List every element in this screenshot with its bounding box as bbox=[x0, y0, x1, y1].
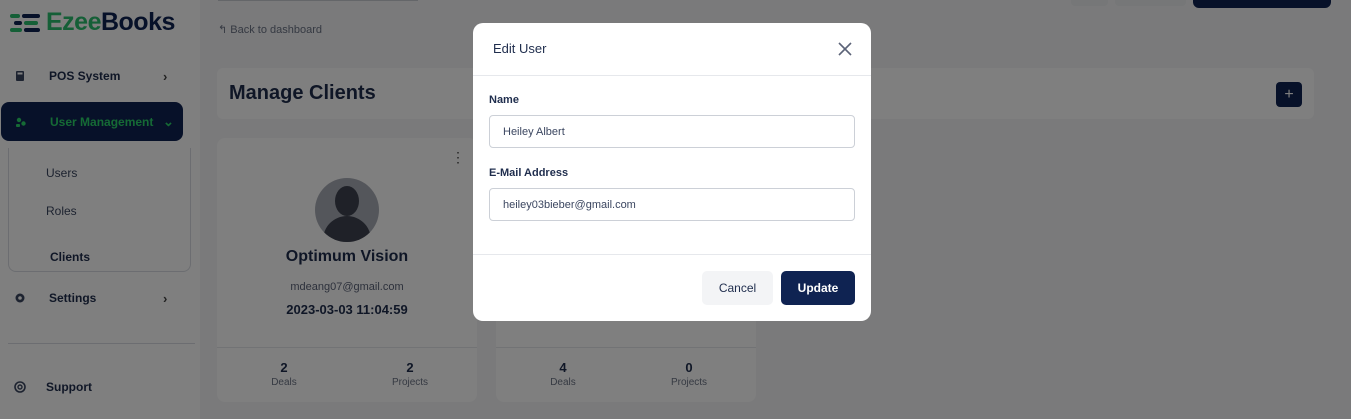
cancel-button[interactable]: Cancel bbox=[702, 271, 773, 305]
name-field[interactable] bbox=[489, 115, 855, 148]
update-button[interactable]: Update bbox=[781, 271, 855, 305]
email-label: E-Mail Address bbox=[489, 167, 569, 179]
name-label: Name bbox=[489, 94, 519, 106]
dialog-header-divider bbox=[473, 75, 871, 76]
close-icon[interactable] bbox=[837, 41, 853, 57]
dialog-footer-divider bbox=[473, 254, 871, 255]
edit-user-dialog: Edit User Name E-Mail Address Cancel Upd… bbox=[473, 23, 871, 321]
email-field[interactable] bbox=[489, 188, 855, 221]
dialog-title: Edit User bbox=[493, 41, 547, 56]
